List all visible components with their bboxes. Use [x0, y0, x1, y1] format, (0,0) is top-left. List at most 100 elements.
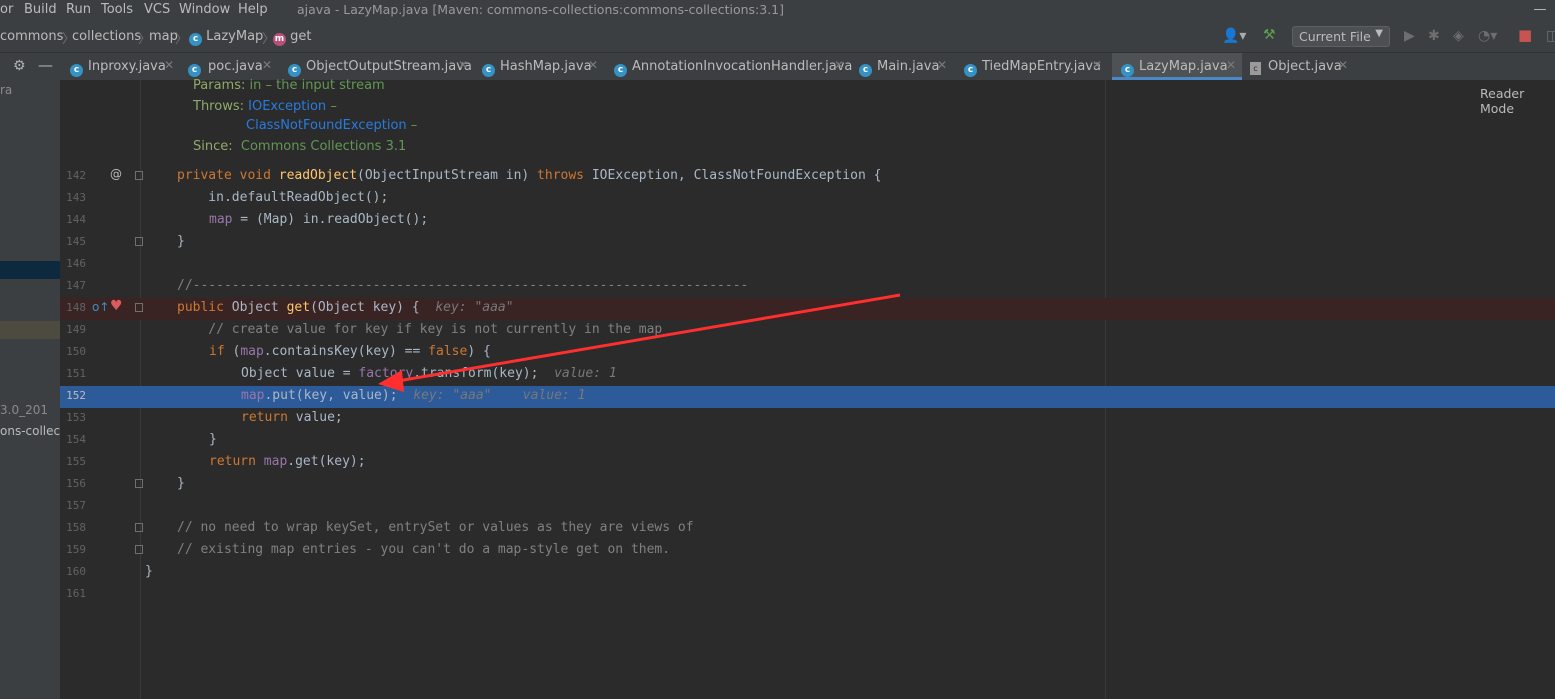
override-icon[interactable]: @	[110, 167, 122, 181]
code-text: in.defaultReadObject();	[177, 190, 389, 205]
tab-objectoutputstream[interactable]: c ObjectOutputStream.java ✕	[278, 53, 474, 80]
code-editor[interactable]: Reader Mode Params: in – the input strea…	[60, 78, 1555, 699]
code-line[interactable]: 153 return value;	[60, 408, 1555, 430]
doc-params-text: in – the input stream	[249, 78, 385, 93]
menu-tools[interactable]: Tools	[101, 2, 133, 17]
project-toolbar: ⚙ —	[0, 53, 60, 80]
coverage-icon[interactable]: ◈	[1453, 28, 1464, 44]
close-icon[interactable]: ✕	[164, 58, 174, 72]
line-number: 154	[66, 433, 86, 446]
code-line[interactable]: 158 // no need to wrap keySet, entrySet …	[60, 518, 1555, 540]
code-text: Object value = factory.transform(key); v…	[241, 366, 617, 381]
tab-hashmap[interactable]: c HashMap.java ✕	[474, 53, 604, 80]
code-line[interactable]: 142 @ private void readObject(ObjectInpu…	[60, 166, 1555, 188]
close-icon[interactable]: ✕	[1226, 58, 1236, 72]
code-text: public Object get(Object key) { key: "aa…	[177, 300, 514, 315]
code-line[interactable]: 159 // existing map entries - you can't …	[60, 540, 1555, 562]
doc-throws-link[interactable]: IOException	[248, 99, 326, 114]
fold-icon[interactable]	[135, 523, 143, 532]
tab-object[interactable]: c Object.java ✕	[1242, 53, 1352, 80]
project-tree-library[interactable]: ons-collect	[0, 424, 65, 438]
hammer-icon[interactable]: ⚒	[1263, 27, 1276, 43]
fold-icon[interactable]	[135, 545, 143, 554]
code-line[interactable]: 156 }	[60, 474, 1555, 496]
minimize-icon[interactable]: —	[1525, 0, 1555, 22]
code-line[interactable]: 145 }	[60, 232, 1555, 254]
code-line[interactable]: 149 // create value for key if key is no…	[60, 320, 1555, 342]
breadcrumb-get[interactable]: m get	[273, 29, 312, 46]
line-number: 144	[66, 213, 86, 226]
close-icon[interactable]: ✕	[588, 58, 598, 72]
run-configuration-label: Current File	[1299, 29, 1371, 44]
code-token: (ObjectInputStream in)	[357, 168, 538, 183]
breakpoint-icon[interactable]: ♥	[110, 298, 123, 314]
code-token: map	[209, 212, 233, 227]
doc-throws-link[interactable]: ClassNotFoundException	[246, 118, 407, 133]
profile-icon[interactable]: ◔▾	[1478, 28, 1497, 44]
menu-help[interactable]: Help	[238, 2, 268, 17]
tab-tiedmapentry[interactable]: c TiedMapEntry.java ✕	[954, 53, 1112, 80]
code-line[interactable]: 143 in.defaultReadObject();	[60, 188, 1555, 210]
close-icon[interactable]: ✕	[262, 58, 272, 72]
code-line[interactable]: 147 //----------------------------------…	[60, 276, 1555, 298]
breadcrumb-map[interactable]: map	[149, 29, 178, 44]
fold-icon[interactable]	[135, 303, 143, 312]
debug-icon[interactable]: ✱	[1428, 28, 1440, 44]
code-line-breakpoint[interactable]: 148 o↑ ♥ public Object get(Object key) {…	[60, 298, 1555, 320]
fold-icon[interactable]	[135, 237, 143, 246]
menu-build[interactable]: Build	[24, 2, 57, 17]
run-configuration-select[interactable]: Current File ▼	[1292, 26, 1390, 47]
debug-inline-value: key: "aaa"	[435, 300, 514, 315]
run-icon[interactable]: ▶	[1404, 28, 1415, 44]
breadcrumb-collections[interactable]: collections	[72, 29, 141, 44]
close-icon[interactable]: ✕	[834, 58, 844, 72]
tab-poc[interactable]: c poc.java ✕	[178, 53, 278, 80]
chevron-down-icon: ▼	[1375, 28, 1383, 39]
code-text: }	[209, 432, 217, 447]
menu-editor[interactable]: or	[0, 2, 13, 17]
menu-vcs[interactable]: VCS	[144, 2, 170, 17]
hide-icon[interactable]: —	[38, 56, 53, 74]
fold-icon[interactable]	[135, 479, 143, 488]
project-tree-jdk[interactable]: 3.0_201	[0, 403, 48, 417]
fold-icon[interactable]	[135, 171, 143, 180]
code-line[interactable]: 146	[60, 254, 1555, 276]
code-line[interactable]: 150 if (map.containsKey(key) == false) {	[60, 342, 1555, 364]
current-execution-line[interactable]: 152 map.put(key, value); key: "aaa" valu…	[60, 386, 1555, 408]
gear-icon[interactable]: ⚙	[13, 58, 26, 74]
stop-icon[interactable]: ■	[1518, 26, 1532, 44]
project-tree-highlight-row[interactable]	[0, 321, 60, 339]
code-line[interactable]: 154 }	[60, 430, 1555, 452]
tab-lazymap[interactable]: c LazyMap.java ✕	[1112, 53, 1242, 80]
user-icon[interactable]: 👤▾	[1222, 28, 1246, 44]
breadcrumb-lazymap[interactable]: c LazyMap	[189, 29, 263, 46]
more-icon[interactable]: ◫	[1546, 28, 1555, 44]
code-line[interactable]: 157	[60, 496, 1555, 518]
tab-annotationinvocationhandler[interactable]: c AnnotationInvocationHandler.java ✕	[604, 53, 854, 80]
implements-icon[interactable]: o↑	[92, 300, 109, 314]
code-line[interactable]: 155 return map.get(key);	[60, 452, 1555, 474]
menu-bar: or Build Run Tools VCS Window Help ajava…	[0, 0, 1555, 22]
doc-throws-label: Throws:	[193, 99, 244, 114]
breadcrumb-commons[interactable]: commons	[0, 29, 63, 44]
line-number: 151	[66, 367, 86, 380]
close-icon[interactable]: ✕	[1092, 58, 1102, 72]
code-line[interactable]: 161	[60, 584, 1555, 606]
close-icon[interactable]: ✕	[937, 58, 947, 72]
code-line[interactable]: 144 map = (Map) in.readObject();	[60, 210, 1555, 232]
project-tree-selected-row[interactable]	[0, 261, 60, 279]
code-line[interactable]: 160 }	[60, 562, 1555, 584]
code-text: return map.get(key);	[209, 454, 366, 469]
class-icon: c	[614, 60, 627, 77]
code-token: false	[428, 344, 468, 359]
code-text: map.put(key, value); key: "aaa" value: 1	[241, 388, 585, 403]
close-icon[interactable]: ✕	[1338, 58, 1348, 72]
project-tree-fragment[interactable]: ra	[0, 83, 12, 97]
code-token: .get(key);	[287, 454, 366, 469]
tab-inproxy[interactable]: c Inproxy.java ✕	[60, 53, 178, 80]
tab-main[interactable]: c Main.java ✕	[854, 53, 954, 80]
menu-run[interactable]: Run	[66, 2, 91, 17]
close-icon[interactable]: ✕	[458, 58, 468, 72]
code-line[interactable]: 151 Object value = factory.transform(key…	[60, 364, 1555, 386]
menu-window[interactable]: Window	[179, 2, 230, 17]
